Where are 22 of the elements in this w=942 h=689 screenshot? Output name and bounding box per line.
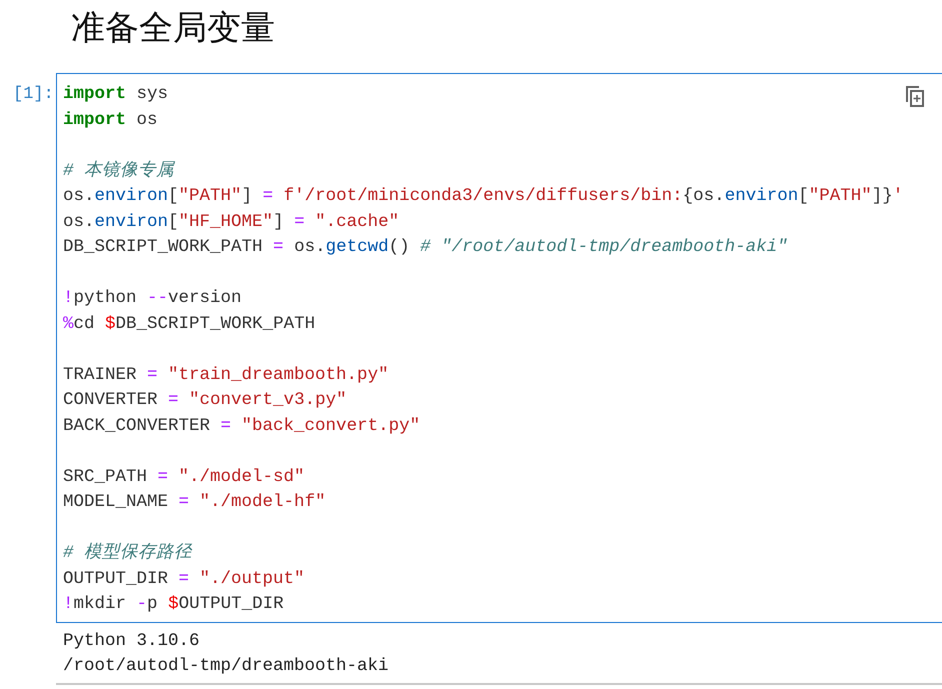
code-line: SRC_PATH = "./model-sd" [63,466,305,488]
code-line: CONVERTER = "convert_v3.py" [63,389,347,412]
section-heading: 准备全局变量 [71,7,276,50]
copy-icon[interactable] [903,84,925,108]
code-line: os.environ["HF_HOME"] = ".cache" [63,210,400,234]
code-line: os.environ["PATH"] = f'/root/miniconda3/envs/diffusers/bin:{os.environ["PATH"]}' [63,185,904,208]
code-line: import sys [63,83,168,106]
output-line: Python 3.10.6 [63,630,200,652]
code-line: DB_SCRIPT_WORK_PATH = os.getcwd() # "/root/autodl-tmp/dreambooth-aki" [63,236,788,259]
output-line: /root/autodl-tmp/dreambooth-aki [63,654,389,678]
code-line: MODEL_NAME = "./model-hf" [63,491,326,514]
code-line: # 本镜像专属 [63,160,174,182]
code-line: BACK_CONVERTER = "back_convert.py" [63,414,420,438]
code-line: import os [63,108,158,132]
code-line: TRAINER = "train_dreambooth.py" [63,364,389,386]
code-line: !python --version [63,287,242,310]
code-cell[interactable] [56,73,942,622]
code-line: # 模型保存路径 [63,542,192,565]
code-line: %cd $DB_SCRIPT_WORK_PATH [63,312,316,336]
cell-prompt: [1]: [12,84,55,106]
code-line: OUTPUT_DIR = "./output" [63,568,305,590]
code-line: !mkdir -p $OUTPUT_DIR [63,593,284,616]
